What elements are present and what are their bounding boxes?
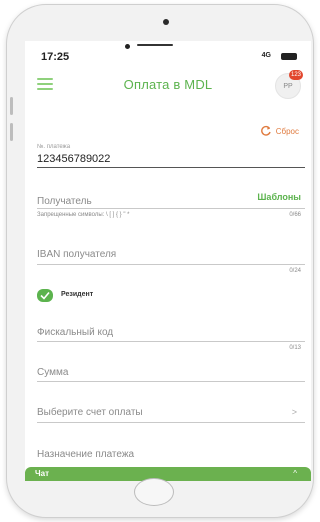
purpose-label: Назначение платежа <box>37 449 135 460</box>
battery-icon <box>281 53 297 60</box>
page-title: Оплата в MDL <box>123 77 213 92</box>
resident-checkbox[interactable] <box>37 289 53 302</box>
amount-underline <box>37 381 305 382</box>
volume-up-button <box>10 97 13 115</box>
payment-number-value[interactable]: 123456789022 <box>37 153 110 165</box>
recipient-label: Получатель <box>37 196 92 207</box>
speaker-dot <box>163 19 169 25</box>
chevron-up-icon: ^ <box>293 469 297 478</box>
status-bar: 17:25 4G <box>25 41 311 69</box>
reset-label: Сброс <box>275 126 299 136</box>
volume-down-button <box>10 123 13 141</box>
app-header: Оплата в MDL PP 123 <box>25 69 311 105</box>
avatar[interactable]: PP 123 <box>275 70 303 99</box>
iban-counter: 0/24 <box>289 268 301 274</box>
fiscal-code-label: Фискальный код <box>37 327 114 338</box>
signal-indicator: 4G <box>261 52 271 59</box>
screen: 17:25 4G Оплата в MDL PP 123 Сброс №. пл… <box>25 41 311 481</box>
recipient-counter: 0/66 <box>289 212 301 218</box>
account-underline <box>37 422 305 423</box>
account-label: Выберите счет оплаты <box>37 407 143 418</box>
iban-label: IBAN получателя <box>37 249 117 260</box>
chat-bar[interactable]: Чат ^ <box>25 467 311 481</box>
status-time: 17:25 <box>41 51 70 63</box>
amount-label: Сумма <box>37 367 69 378</box>
payment-number-label: №. платежа <box>37 144 71 150</box>
notification-badge: 123 <box>288 70 303 80</box>
check-icon <box>40 291 50 300</box>
resident-label: Резидент <box>61 291 94 298</box>
reset-button[interactable]: Сброс <box>260 125 299 137</box>
chevron-right-icon: > <box>291 407 297 417</box>
refresh-icon <box>260 125 271 136</box>
payment-number-underline <box>37 167 305 168</box>
templates-button[interactable]: Шаблоны <box>257 192 301 202</box>
fiscal-code-counter: 0/13 <box>289 345 301 351</box>
avatar-initials: PP <box>283 83 293 90</box>
notch <box>137 44 173 46</box>
chat-label: Чат <box>35 469 49 478</box>
camera-icon <box>125 44 130 49</box>
iban-underline <box>37 264 305 265</box>
phone-frame: 17:25 4G Оплата в MDL PP 123 Сброс №. пл… <box>6 4 314 518</box>
home-button[interactable] <box>134 478 174 506</box>
recipient-hint: Запрещенные символы: \ [ ] { } " * <box>37 212 130 218</box>
recipient-underline <box>37 208 305 209</box>
fiscal-code-underline <box>37 341 305 342</box>
